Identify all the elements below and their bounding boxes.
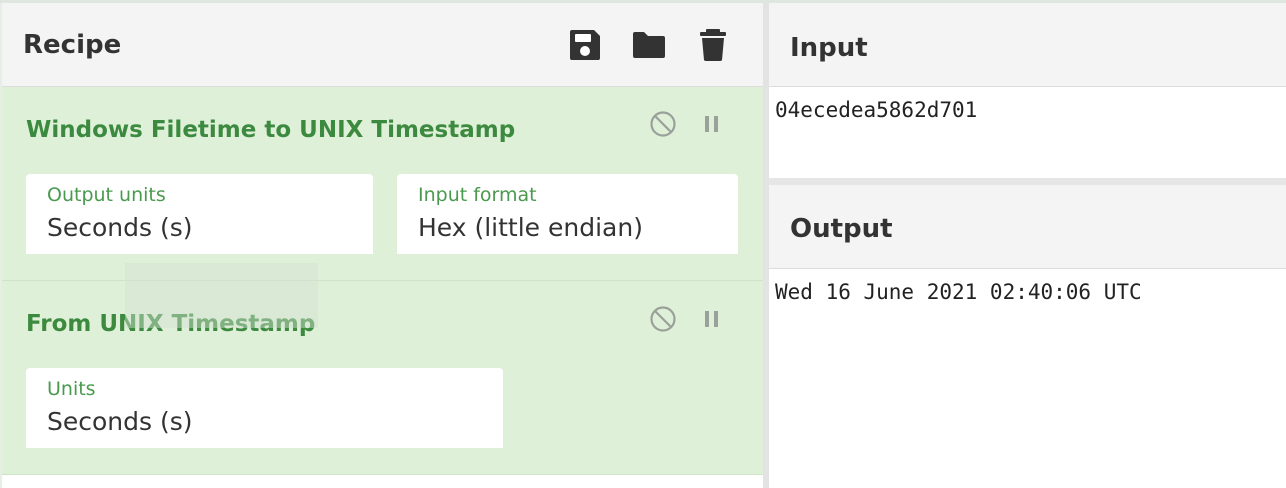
output-text: Wed 16 June 2021 02:40:06 UTC [775,280,1142,304]
io-divider [769,178,1286,185]
trash-icon[interactable] [695,27,731,63]
field-value: Hex (little endian) [418,213,643,242]
pause-icon[interactable] [697,304,727,334]
recipe-header: Recipe [2,3,763,87]
operation-from-unix-timestamp: From UNIX Timestamp Units Seconds (s) [2,281,763,475]
disable-icon[interactable] [648,109,678,139]
operation-title: Windows Filetime to UNIX Timestamp [26,117,516,143]
input-format-field[interactable]: Input format Hex (little endian) [397,174,738,254]
output-units-field[interactable]: Output units Seconds (s) [26,174,373,254]
field-label: Input format [418,184,537,206]
input-header: Input [769,3,1286,87]
folder-icon[interactable] [631,27,667,63]
input-title: Input [790,33,868,63]
drag-ghost [125,263,318,328]
field-label: Output units [47,184,166,206]
input-textarea[interactable]: 04ecedea5862d701 [769,87,1286,178]
field-value: Seconds (s) [47,213,193,242]
save-icon[interactable] [567,27,603,63]
operation-windows-filetime: Windows Filetime to UNIX Timestamp Outpu… [2,87,763,281]
disable-icon[interactable] [648,304,678,334]
output-textarea[interactable]: Wed 16 June 2021 02:40:06 UTC [769,269,1286,488]
field-label: Units [47,378,96,400]
recipe-title: Recipe [23,30,122,60]
pause-icon[interactable] [697,109,727,139]
input-text: 04ecedea5862d701 [775,98,978,122]
units-field[interactable]: Units Seconds (s) [26,368,503,448]
recipe-panel: Recipe Windows Filetime to UNIX Timestam… [2,3,763,488]
output-header: Output [769,185,1286,269]
field-value: Seconds (s) [47,407,193,436]
output-title: Output [790,214,893,244]
